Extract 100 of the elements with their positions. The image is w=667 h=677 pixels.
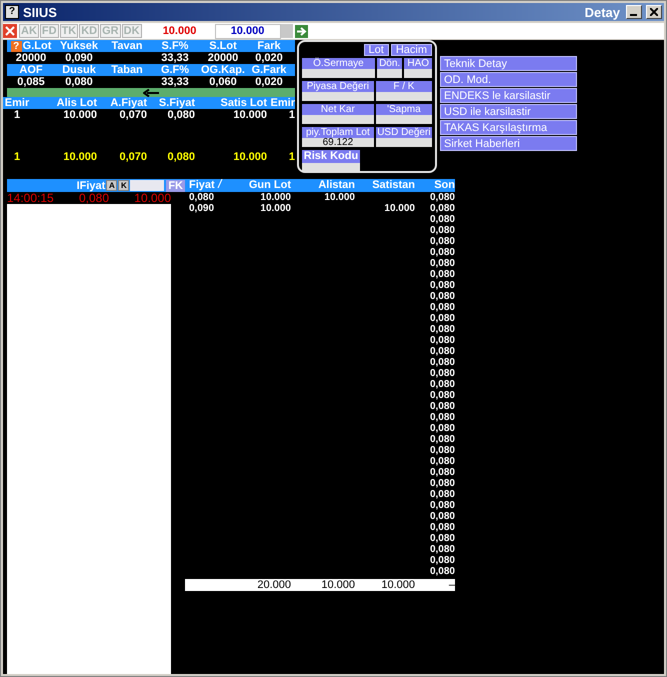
table-cell-text: 0,080	[428, 412, 455, 423]
totals-row: 20.000 10.000 10.000 –	[185, 579, 455, 591]
filter-button[interactable]: FK	[166, 180, 185, 192]
column-header: Dusuk	[61, 64, 97, 76]
filter-button[interactable]: A	[106, 180, 118, 191]
column-header: Satistan	[371, 179, 415, 192]
field-label: HAO	[404, 58, 432, 69]
arrow-left-icon	[143, 88, 159, 96]
menu-item[interactable]: TAKAS Karşılaştırma	[440, 120, 577, 135]
table-cell-text: 0,080	[64, 76, 94, 88]
value-box	[376, 92, 432, 101]
menu-item[interactable]: Sirket Haberleri	[440, 136, 577, 151]
field-label: F / K	[376, 81, 432, 92]
column-header: Yuksek	[59, 40, 99, 52]
table-cell-text: 0,080	[428, 434, 455, 445]
window-subtitle: Detay	[584, 4, 620, 20]
total-cell-text: 1	[288, 151, 295, 163]
table-cell-text: 0,080	[428, 247, 455, 258]
table-cell-text: 10.000	[62, 109, 97, 121]
table-cell-text: 0,080	[428, 258, 455, 269]
price-field[interactable]: 10.000	[214, 24, 281, 38]
table-cell-text: 10.000	[259, 203, 291, 214]
column-header: AOF	[18, 64, 44, 76]
table-cell-text: 0,080	[428, 313, 455, 324]
table-cell-text: 0,080	[428, 566, 455, 577]
filter-button[interactable]: K	[118, 180, 130, 191]
column-header: IFiyat	[76, 180, 106, 192]
sort-icon[interactable]	[216, 179, 223, 188]
menu-item[interactable]: USD ile karsilastir	[440, 104, 577, 119]
table-cell-text: 0,080	[428, 280, 455, 291]
table-cell-text: 0,080	[428, 401, 455, 412]
table-cell-text: 33,33	[160, 76, 190, 88]
toggle-button[interactable]: Lot	[364, 44, 389, 56]
table-cell-text: 0,080	[428, 423, 455, 434]
column-header: A.Fiyat	[109, 97, 147, 109]
table-cell-text: 0,080	[188, 192, 216, 203]
column-header: Taban	[110, 64, 144, 76]
table-cell-text: 1	[288, 109, 295, 121]
column-header: Tavan	[110, 40, 144, 52]
menu-item[interactable]: ENDEKS le karsilastir	[440, 88, 577, 103]
table-cell-text: 10.000	[383, 203, 415, 214]
column-header: S.F%	[160, 40, 190, 52]
table-cell-text: 0,080	[428, 445, 455, 456]
column-header: Son	[433, 179, 455, 192]
table-cell-text: 0,080	[428, 555, 455, 566]
table-cell-text: 0,080	[428, 522, 455, 533]
total-cell-text: 0,070	[118, 151, 147, 163]
table-cell-text: 0,080	[428, 346, 455, 357]
column-header: Emir	[4, 97, 30, 109]
field-label: 'Sapma	[376, 104, 432, 115]
column-header: G.Fark	[250, 64, 288, 76]
field-label: Piyasa Değeri	[302, 81, 374, 92]
menu-item[interactable]: OD. Mod.	[440, 72, 577, 87]
table-cell-text: 0,080	[428, 368, 455, 379]
total-cell-text: 0,080	[166, 151, 195, 163]
table-cell-text: 0,020	[254, 76, 284, 88]
table-cell-text: 10.000	[259, 192, 291, 203]
table-cell-text: 0,080	[428, 269, 455, 280]
table-cell-text: 0,080	[428, 236, 455, 247]
close-button[interactable]	[646, 5, 662, 19]
table-cell-text: 20000	[14, 52, 48, 64]
column-header: Alistan	[317, 179, 355, 192]
total-cell-text: 1	[12, 151, 22, 163]
total-cell-text: 10.000	[62, 151, 97, 163]
field-label: Ö.Sermaye	[302, 58, 375, 69]
table-cell-text: 0,080	[428, 357, 455, 368]
total-cell-text: 10.000	[232, 151, 267, 163]
minimize-button[interactable]	[626, 5, 642, 19]
arrow-right-icon[interactable]	[294, 24, 308, 38]
column-header: S.Fiyat	[158, 97, 195, 109]
table-cell-text: 33,33	[160, 52, 190, 64]
field-label: piy.Toplam Lot	[302, 127, 374, 138]
table-cell-text: 0,090	[64, 52, 94, 64]
table-cell-text: 0,080	[428, 478, 455, 489]
close-icon	[5, 26, 15, 36]
value-box	[302, 115, 374, 124]
table-cell-text: 10.000	[323, 192, 355, 203]
app-icon: ?	[5, 5, 19, 19]
field-label: Dön.	[376, 58, 402, 69]
table-cell-text: 0,080	[428, 456, 455, 467]
table-cell-text: 0,080	[428, 500, 455, 511]
field-label: Net Kar	[302, 104, 374, 115]
table-cell-text: 0,080	[428, 335, 455, 346]
value-box	[376, 138, 432, 147]
help-icon[interactable]: ?	[10, 41, 22, 52]
column-header: Fiyat	[185, 179, 235, 192]
toggle-button[interactable]: Hacim	[390, 44, 432, 56]
column-header: Satis Lot	[220, 97, 267, 109]
value-box	[302, 92, 374, 101]
table-cell-text: 0,080	[428, 489, 455, 500]
value-box: 69.122	[302, 138, 374, 147]
table-cell-text: 0,080	[428, 533, 455, 544]
column-header: ? G.Lot	[7, 40, 55, 52]
menu-item[interactable]: Teknik Detay	[440, 56, 577, 71]
column-header: Fark	[256, 40, 282, 52]
table-cell-text: 10.000	[133, 192, 171, 204]
table-cell-text: 0,080	[428, 467, 455, 478]
input-field[interactable]	[130, 180, 164, 191]
quantity-field[interactable]: 10.000	[146, 25, 213, 37]
table-cell-text: 0,080	[428, 544, 455, 555]
